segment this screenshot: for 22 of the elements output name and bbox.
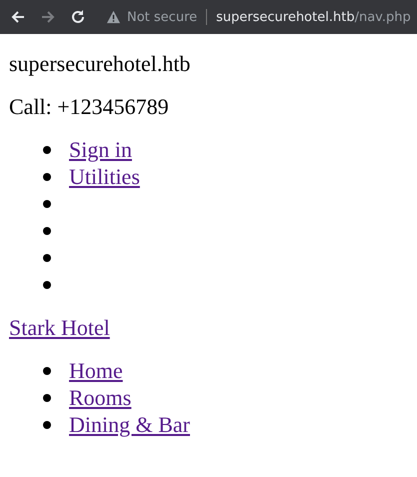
bullet-icon — [43, 200, 51, 208]
bullet-icon — [43, 254, 51, 262]
nav-link[interactable]: Home — [69, 357, 123, 384]
site-title: supersecurehotel.htb — [9, 50, 192, 77]
nav-link[interactable]: Sign in — [69, 136, 132, 163]
bullet-icon — [43, 146, 51, 154]
address-field[interactable]: supersecurehotel.htb/nav.php — [216, 10, 411, 24]
security-label[interactable]: Not secure — [127, 10, 198, 24]
warning-icon[interactable] — [106, 10, 121, 24]
nav-link[interactable]: Utilities — [69, 163, 140, 190]
reload-icon[interactable] — [70, 9, 86, 25]
bullet-icon — [43, 280, 51, 288]
bullet-icon — [43, 366, 51, 374]
bullet-icon — [43, 394, 51, 402]
phone-text: Call: +123456789 — [9, 93, 170, 120]
back-icon[interactable] — [10, 9, 26, 25]
bullet-icon — [43, 226, 51, 234]
bullet-icon — [43, 420, 51, 428]
nav-link[interactable]: Dining & Bar — [69, 411, 190, 438]
bullet-icon — [43, 172, 51, 180]
brand-link[interactable]: Stark Hotel — [9, 315, 110, 340]
nav-link[interactable]: Rooms — [69, 384, 132, 411]
